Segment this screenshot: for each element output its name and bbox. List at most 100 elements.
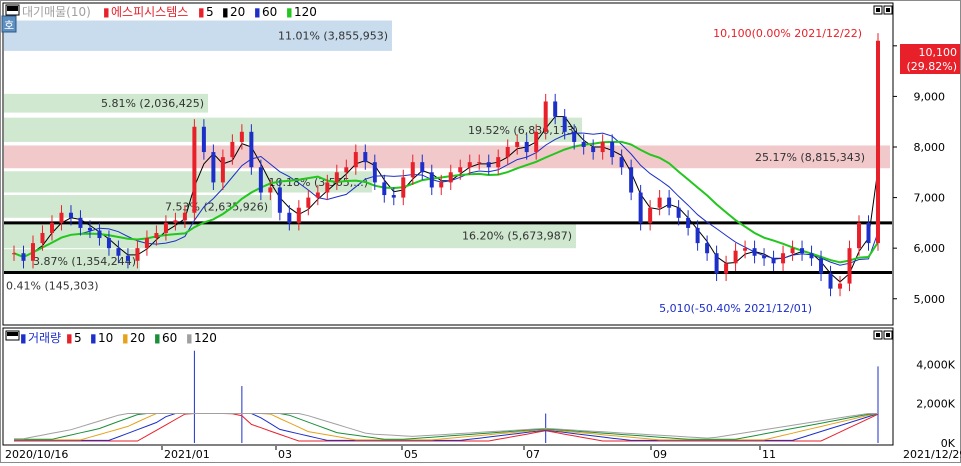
price-annotation: 10,100(0.00% 2021/12/22) xyxy=(713,27,862,40)
x-tick-label: 2020/10/16 xyxy=(5,448,68,461)
volume-profile-label: 19.52% (6,836,173) xyxy=(468,124,578,137)
volume-profile-label: 25.17% (8,815,343) xyxy=(755,151,865,164)
candle-body xyxy=(857,222,862,249)
x-tick-label: 11 xyxy=(762,448,776,461)
candle-body xyxy=(125,255,130,261)
candle-body xyxy=(581,141,586,147)
candle-body xyxy=(762,255,767,259)
candle-body xyxy=(106,238,111,249)
legend-marker: ▮ xyxy=(66,331,73,345)
candle-body xyxy=(505,146,510,158)
current-price-box: 10,100 (29.82%) xyxy=(900,44,960,74)
candle-body xyxy=(743,248,748,251)
legend-ma-label: 120 xyxy=(294,5,317,19)
candle-body xyxy=(572,131,577,142)
candle-body xyxy=(809,253,814,259)
candle-body xyxy=(724,263,729,274)
legend-ma-label: 5 xyxy=(74,331,82,345)
x-tick-label: 07 xyxy=(526,448,540,461)
legend-marker: ▮ xyxy=(90,331,97,345)
candle-body xyxy=(401,177,406,198)
candle-body xyxy=(192,126,197,213)
candle-body xyxy=(771,258,776,264)
candle-body xyxy=(790,248,795,254)
candle-body xyxy=(68,212,73,218)
candle-body xyxy=(353,152,358,168)
candle-body xyxy=(306,197,311,208)
legend-marker: ▮ xyxy=(186,331,193,345)
volume-tick-label: 4,000K xyxy=(916,358,955,371)
price-panel: 11.01% (3,855,953) 5.81% (2,036,425) 19.52… xyxy=(2,2,894,326)
candle-body xyxy=(828,273,833,289)
candle-body xyxy=(144,238,149,249)
candle-body xyxy=(629,167,634,193)
candle-body xyxy=(847,248,852,284)
legend-color-swatch-fill xyxy=(7,6,18,11)
candle-body xyxy=(781,253,786,264)
candle-body xyxy=(296,207,301,223)
candle-body xyxy=(59,212,64,223)
candle-body xyxy=(657,197,662,208)
legend-ma-label: 20 xyxy=(130,331,145,345)
legend-marker: ▮ xyxy=(154,331,161,345)
candle-body xyxy=(515,141,520,147)
candle-body xyxy=(201,126,206,153)
legend-indicator-label: 대기매물(10) xyxy=(22,5,91,19)
x-tick-label: 05 xyxy=(404,448,418,461)
minimize-icon-inner xyxy=(876,333,880,337)
volume-profile-label: 11.01% (3,855,953) xyxy=(278,30,388,43)
candle-body xyxy=(78,217,83,228)
candle-body xyxy=(87,227,92,231)
candle-body xyxy=(334,172,339,183)
candle-body xyxy=(12,253,16,255)
candle-body xyxy=(49,222,54,233)
legend-marker: ▮ xyxy=(254,5,261,19)
volume-profile-label: 3.87% (1,354,244) xyxy=(33,255,136,268)
candle-body xyxy=(695,227,700,244)
volume-legend-swatch-fill xyxy=(7,332,18,336)
candle-body xyxy=(458,167,463,173)
candle-body xyxy=(705,243,710,254)
legend-marker: ▮ xyxy=(286,5,293,19)
candle-body xyxy=(325,182,330,193)
x-tick-label: 2021/01 xyxy=(164,448,210,461)
current-price-value: 10,100 xyxy=(919,46,958,59)
candle-body xyxy=(866,222,871,244)
candle-body xyxy=(610,141,615,158)
legend-ma-label: 10 xyxy=(98,331,113,345)
candle-body xyxy=(154,232,159,239)
candle-body xyxy=(467,162,472,168)
volume-panel xyxy=(2,327,894,446)
legend-ma-label: 60 xyxy=(262,5,277,19)
candle-body xyxy=(182,212,187,221)
candle-body xyxy=(258,167,263,193)
candle-body xyxy=(676,207,681,218)
y-tick-label: 5,000 xyxy=(914,293,946,306)
candle-body xyxy=(591,146,596,153)
candle-body xyxy=(876,40,880,244)
legend-ma-label: 20 xyxy=(230,5,245,19)
y-tick-label: 6,000 xyxy=(914,242,946,255)
legend-ma-label: 5 xyxy=(206,5,214,19)
legend-stock-marker: ▮ xyxy=(103,5,110,19)
candle-body xyxy=(249,131,254,168)
candle-body xyxy=(553,101,558,117)
legend-marker: ▮ xyxy=(198,5,205,19)
candle-body xyxy=(372,162,377,183)
candle-body xyxy=(116,248,121,256)
candle-body xyxy=(230,141,235,158)
y-tick-label: 8,000 xyxy=(914,141,946,154)
legend-ma-label: 60 xyxy=(162,331,177,345)
candle-body xyxy=(819,258,824,274)
candle-body xyxy=(752,248,757,256)
chart-tool-icon[interactable]: 호 xyxy=(1,15,17,33)
y-tick-label: 7,000 xyxy=(914,192,946,205)
candle-body xyxy=(211,152,216,183)
candle-body xyxy=(344,167,349,173)
volume-profile-label: 7.53% (2,635,926) xyxy=(165,200,268,213)
x-tick-label: 09 xyxy=(653,448,667,461)
legend-marker: ▮ xyxy=(122,331,129,345)
candle-body xyxy=(800,248,805,254)
candle-body xyxy=(391,195,396,198)
candle-body xyxy=(315,192,320,198)
